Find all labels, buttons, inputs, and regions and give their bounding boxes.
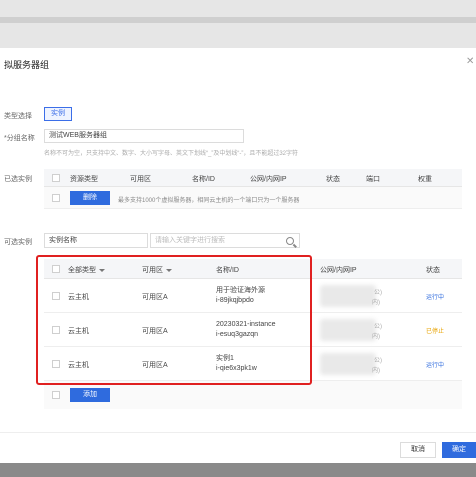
available-instances-label: 可选实例 <box>4 239 32 246</box>
background-top <box>0 0 476 48</box>
background-strip <box>0 17 476 23</box>
delete-button[interactable]: 删除 <box>70 191 110 205</box>
ip-redacted <box>320 353 376 375</box>
row-ip-public: 公) <box>374 324 382 330</box>
row-ip-public: 公) <box>374 358 382 364</box>
row-ip-private: 内) <box>372 368 380 374</box>
group-name-label: *分组名称 <box>4 135 35 142</box>
selected-table-header: 资源类型 可用区 名称/ID 公网/内网IP 状态 端口 权重 <box>44 169 462 187</box>
selected-col-ip: 公网/内网IP <box>250 176 287 183</box>
dialog-title: 拟服务器组 <box>4 60 50 70</box>
row-ip-private: 内) <box>372 334 380 340</box>
available-table-toolbar: 添加 <box>44 381 462 409</box>
row-status: 运行中 <box>426 363 445 369</box>
background-bottom <box>0 463 476 477</box>
selected-col-weight: 权重 <box>418 176 432 183</box>
selected-instances-label: 已选实例 <box>4 176 32 183</box>
row-ip-private: 内) <box>372 300 380 306</box>
selected-select-all-checkbox[interactable] <box>52 174 60 182</box>
available-col-status: 状态 <box>426 267 440 274</box>
selected-col-port: 端口 <box>366 176 380 183</box>
selected-col-status: 状态 <box>326 176 340 183</box>
selected-col-name: 名称/ID <box>192 176 215 183</box>
selected-table-toolbar: 删除 最多支持1000个虚拟服务器，相同云主机的一个端口只为一个服务器 <box>44 187 462 209</box>
search-placeholder: 请输入关键字进行搜索 <box>155 237 225 244</box>
row-status: 已停止 <box>426 329 445 335</box>
search-icon[interactable] <box>286 237 294 245</box>
selected-limit-note: 最多支持1000个虚拟服务器，相同云主机的一个端口只为一个服务器 <box>118 198 300 204</box>
filter-field-value: 实例名称 <box>49 237 77 244</box>
row-ip-public: 公) <box>374 290 382 296</box>
type-label: 类型选择 <box>4 113 32 120</box>
available-col-ip: 公网/内网IP <box>320 267 357 274</box>
close-icon[interactable]: ✕ <box>466 56 474 67</box>
selected-row-checkbox[interactable] <box>52 194 60 202</box>
ip-redacted <box>320 285 376 307</box>
confirm-button[interactable]: 确定 <box>442 442 476 458</box>
available-footer-checkbox[interactable] <box>52 391 60 399</box>
highlight-box <box>36 255 312 385</box>
search-input[interactable]: 请输入关键字进行搜索 <box>150 233 300 248</box>
row-status: 运行中 <box>426 295 445 301</box>
cancel-button[interactable]: 取消 <box>400 442 436 458</box>
group-name-hint: 名称不可为空，只支持中文、数字、大小写字母、英文下划线“_”及中划线“-”，且不… <box>44 151 299 157</box>
type-instance-button[interactable]: 实例 <box>44 107 72 121</box>
group-name-input[interactable]: 测试WEB服务器组 <box>44 129 244 143</box>
add-button[interactable]: 添加 <box>70 388 110 402</box>
ip-redacted <box>320 319 376 341</box>
footer-divider <box>0 432 476 433</box>
selected-col-zone: 可用区 <box>130 176 151 183</box>
selected-col-type: 资源类型 <box>70 176 98 183</box>
filter-field-select[interactable]: 实例名称 <box>44 233 148 248</box>
